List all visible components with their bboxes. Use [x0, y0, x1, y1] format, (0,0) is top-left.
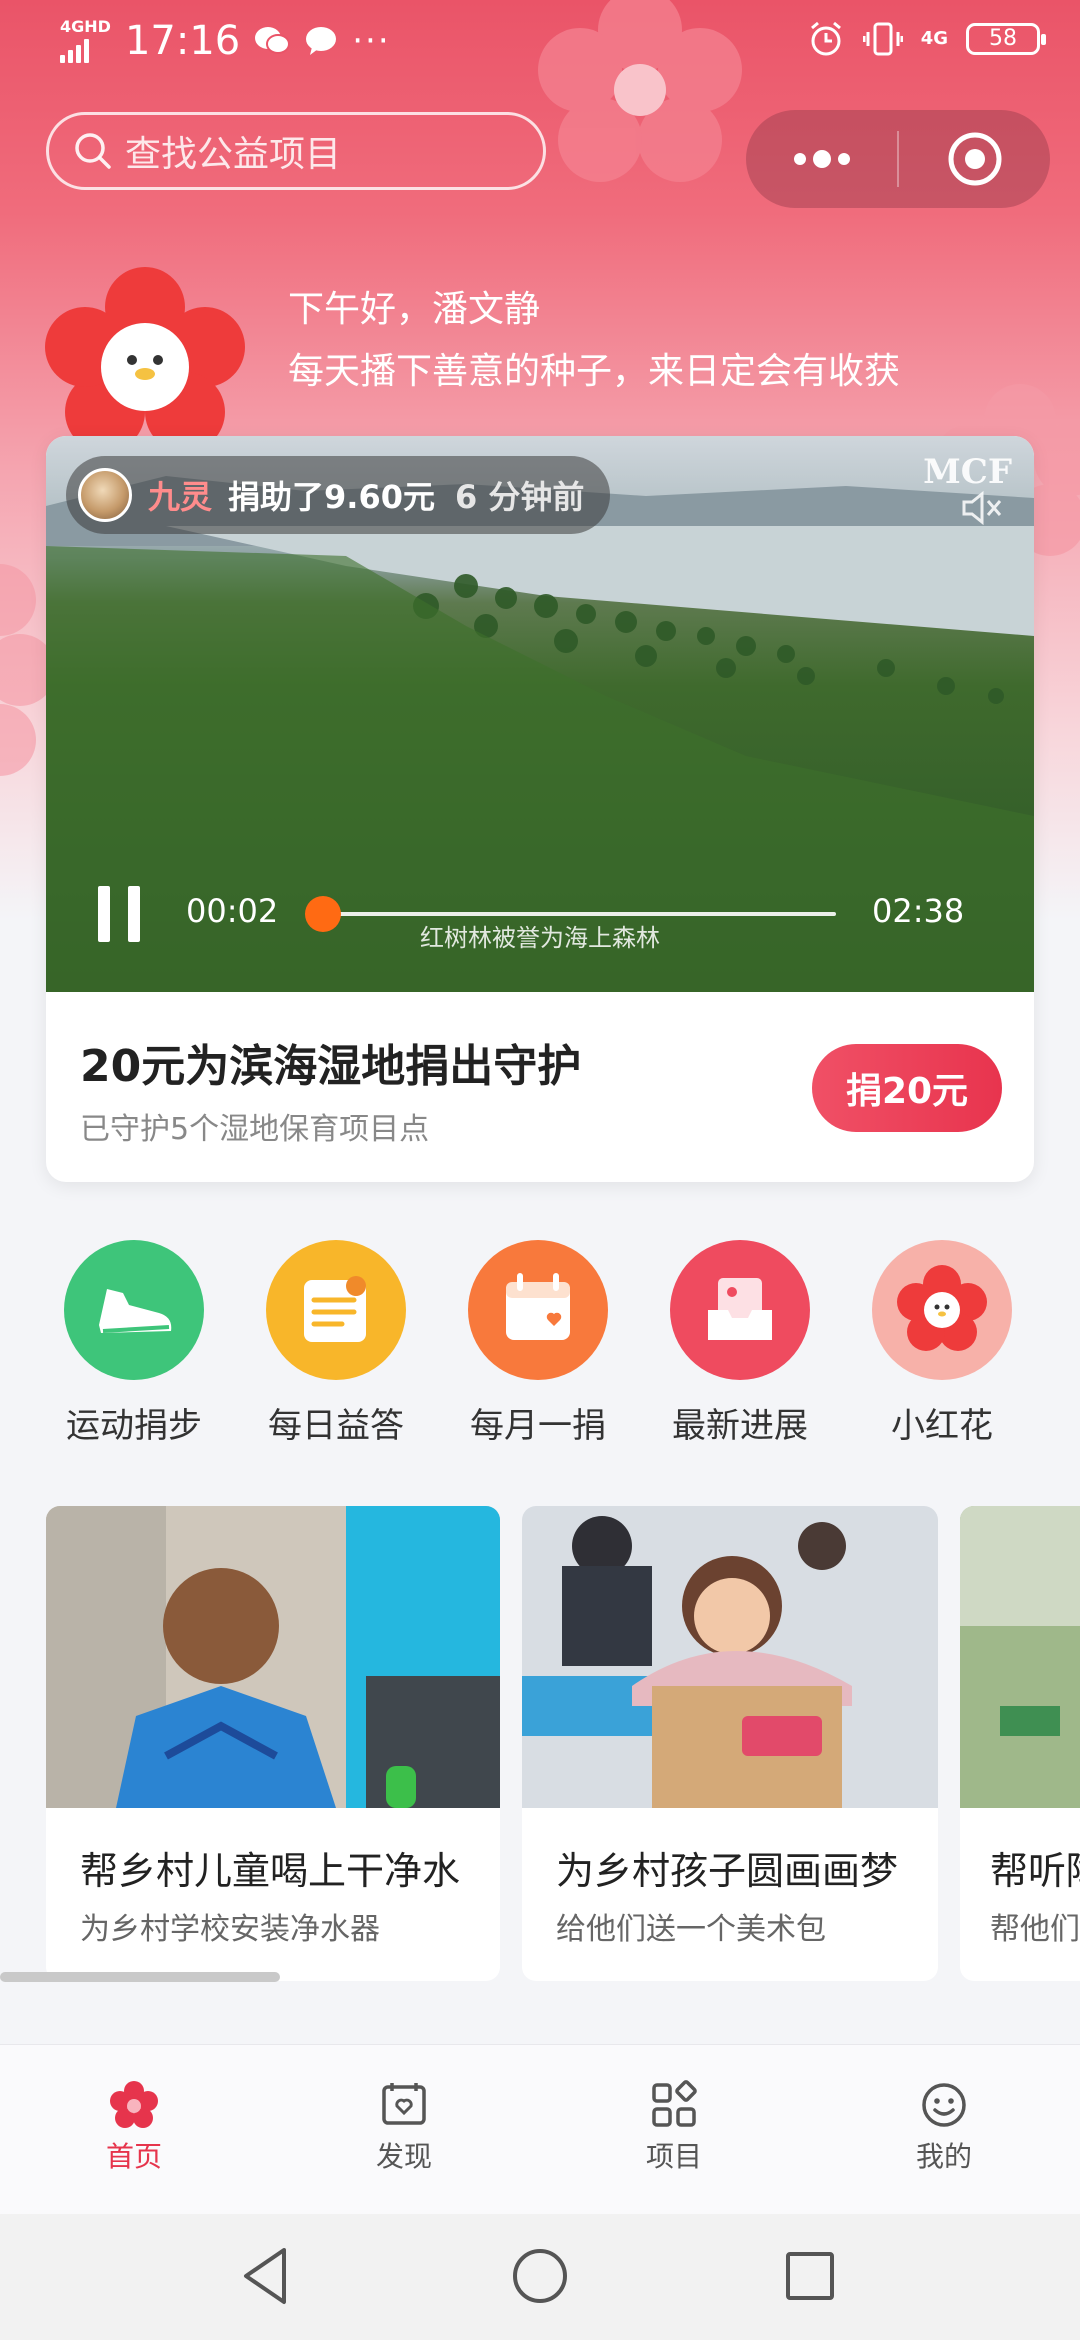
status-bar: 4GHD 17:16 ··· 4G 58	[0, 0, 1080, 84]
mcf-logo-text: MCF	[923, 452, 1012, 492]
project-title: 帮乡村儿童喝上干净水	[80, 1849, 461, 1893]
mute-icon[interactable]	[960, 488, 1004, 528]
carousel-scroll-indicator	[0, 1972, 280, 1982]
greeting-name: 下午好，潘文静	[288, 289, 541, 330]
network-indicator: 4GHD	[60, 19, 111, 63]
bottom-tab-bar: 首页 发现 项目 我的	[0, 2044, 1080, 2214]
discover-icon	[382, 2083, 426, 2125]
home-circle-icon[interactable]	[510, 2244, 570, 2308]
close-miniprogram-button[interactable]	[899, 110, 1050, 208]
project-card[interactable]: 为乡村孩子圆画画梦 给他们送一个美术包	[522, 1506, 938, 1981]
tab-label: 发现	[375, 2140, 432, 2173]
signal-icon	[60, 35, 111, 63]
featured-title: 20元为滨海湿地捐出守护	[80, 1041, 582, 1092]
clock: 17:16	[124, 18, 241, 64]
featured-video-card[interactable]: 九灵 捐助了9.60元 6 分钟前 MCF 00:02 02:38 红树林被誉为…	[46, 436, 1034, 1182]
quiz-icon	[266, 1240, 406, 1380]
search-placeholder: 查找公益项目	[125, 134, 342, 175]
donor-name: 九灵	[148, 478, 213, 516]
network-type: 4GHD	[60, 17, 111, 36]
featured-subtitle: 已守护5个湿地保育项目点	[80, 1112, 430, 1147]
tab-label: 项目	[645, 2140, 702, 2173]
quick-link-step-donate[interactable]: 运动捐步	[34, 1240, 234, 1447]
project-subtitle: 为乡村学校安装净水器	[80, 1912, 380, 1947]
inbox-icon	[670, 1240, 810, 1380]
tab-home[interactable]: 首页	[34, 2075, 234, 2175]
greeting: 下午好，潘文静 每天播下善意的种子，来日定会有收获	[288, 286, 900, 396]
project-subtitle: 给他们送一个美术包	[556, 1912, 826, 1947]
more-notifications-icon: ···	[352, 21, 391, 61]
quick-link-label: 小红花	[891, 1406, 993, 1446]
red-flower-icon	[872, 1240, 1012, 1380]
quick-link-monthly-donate[interactable]: 每月一捐	[438, 1240, 638, 1447]
project-card[interactable]: 帮听障 帮他们	[960, 1506, 1080, 1981]
more-dots-icon	[793, 150, 850, 168]
quick-link-red-flower[interactable]: 小红花	[842, 1240, 1042, 1447]
wechat-icon	[255, 27, 291, 54]
smiley-icon	[922, 2083, 966, 2127]
tab-me[interactable]: 我的	[844, 2075, 1044, 2175]
quick-link-latest-progress[interactable]: 最新进展	[640, 1240, 840, 1447]
project-subtitle: 帮他们	[990, 1912, 1080, 1947]
project-image-hearing	[960, 1506, 1080, 1808]
video-player[interactable]: 九灵 捐助了9.60元 6 分钟前 MCF 00:02 02:38 红树林被誉为…	[46, 436, 1034, 992]
quick-link-label: 每月一捐	[470, 1406, 606, 1446]
search-input[interactable]: 查找公益项目	[46, 112, 546, 190]
tab-discover[interactable]: 发现	[304, 2075, 504, 2175]
featured-info: 20元为滨海湿地捐出守护 已守护5个湿地保育项目点 捐20元	[46, 992, 1034, 1182]
quick-link-label: 最新进展	[672, 1406, 808, 1446]
quick-link-label: 每日益答	[268, 1406, 404, 1446]
donor-avatar	[78, 468, 132, 522]
donate-button[interactable]: 捐20元	[812, 1044, 1002, 1132]
target-close-icon	[948, 132, 1001, 186]
red-flower-mascot-icon	[45, 267, 245, 452]
message-icon	[306, 27, 337, 55]
project-carousel[interactable]: 帮乡村儿童喝上干净水 为乡村学校安装净水器 为乡村孩子圆画画梦 给他们送一个美术…	[0, 1506, 1080, 1981]
sneaker-icon	[64, 1240, 204, 1380]
back-icon[interactable]	[236, 2244, 296, 2308]
video-progress-bar[interactable]	[304, 896, 836, 932]
quick-link-label: 运动捐步	[66, 1406, 202, 1446]
tab-label: 首页	[105, 2140, 162, 2173]
flower-home-icon	[110, 2081, 158, 2128]
battery-icon: 58	[966, 23, 1046, 55]
quick-links: 运动捐步 每日益答 每月一捐 最新进展 小红花	[0, 1240, 1080, 1446]
mobile-data-indicator: 4G	[920, 28, 948, 49]
vibrate-icon	[862, 22, 903, 56]
tab-label: 我的	[915, 2140, 972, 2173]
recent-donation-banner: 九灵 捐助了9.60元 6 分钟前	[66, 456, 610, 534]
recent-apps-icon[interactable]	[780, 2244, 840, 2308]
page: 4GHD 17:16 ··· 4G 58 查找公益项目 下午好，潘文静 每天播下…	[0, 0, 1080, 2340]
alarm-icon	[810, 21, 841, 56]
video-caption: 红树林被誉为海上森林	[420, 924, 660, 952]
donation-time: 6 分钟前	[454, 478, 585, 516]
project-title: 为乡村孩子圆画画梦	[556, 1849, 899, 1893]
project-card[interactable]: 帮乡村儿童喝上干净水 为乡村学校安装净水器	[46, 1506, 500, 1981]
system-navigation-bar	[0, 2214, 1080, 2340]
mcf-logo: MCF	[923, 452, 1012, 492]
calendar-icon	[468, 1240, 608, 1380]
donation-amount: 捐助了9.60元	[228, 478, 435, 516]
search-icon	[75, 133, 111, 169]
miniprogram-capsule	[746, 110, 1050, 208]
project-image-clean-water	[46, 1506, 500, 1808]
project-image-art-bag	[522, 1506, 938, 1808]
project-title: 帮听障	[990, 1849, 1080, 1893]
quick-link-daily-quiz[interactable]: 每日益答	[236, 1240, 436, 1447]
greeting-slogan: 每天播下善意的种子，来日定会有收获	[288, 351, 901, 392]
grid-icon	[652, 2080, 697, 2127]
tab-projects[interactable]: 项目	[574, 2075, 774, 2175]
more-menu-button[interactable]	[746, 110, 897, 208]
